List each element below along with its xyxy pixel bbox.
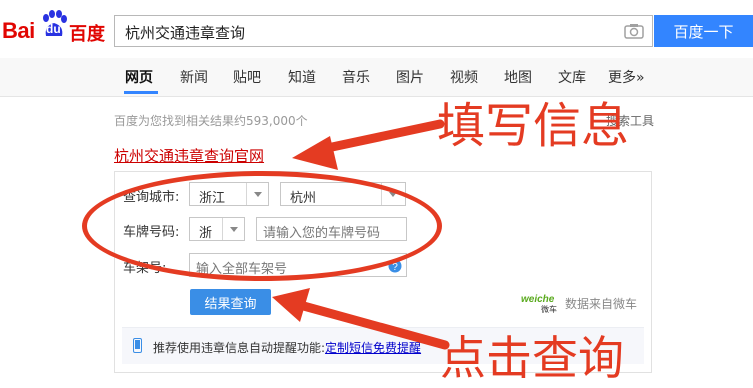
annotation-arrow-upper	[313, 119, 445, 155]
annotation-arrowhead-lower	[272, 288, 310, 322]
annotation-fill-info: 填写信息	[437, 98, 630, 154]
annotation-click-query: 点击查询	[440, 331, 624, 385]
annotation-arrowhead-upper	[292, 136, 338, 170]
annotation-arrows	[272, 119, 450, 350]
annotation-arrow-lower	[295, 300, 450, 350]
